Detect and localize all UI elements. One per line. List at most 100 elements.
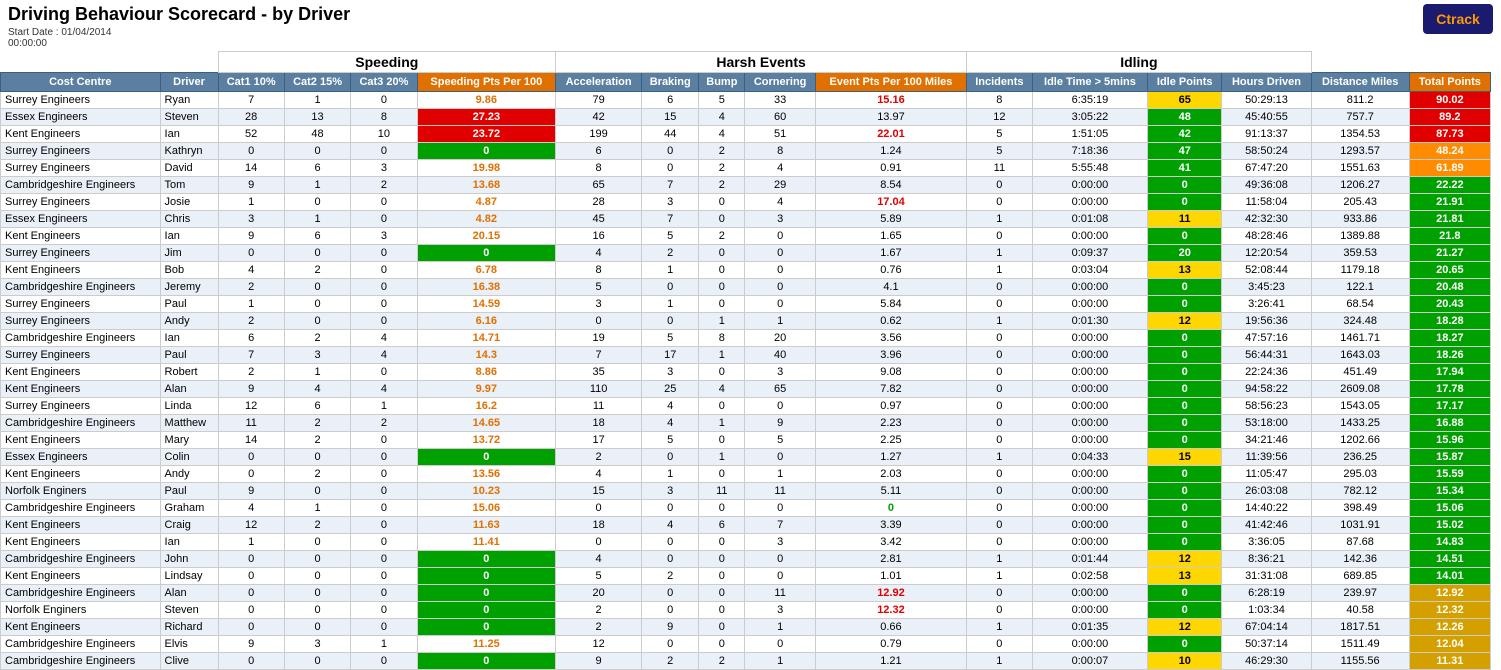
cell-acceleration: 6 [556, 143, 642, 160]
cell-idle-time: 5:55:48 [1032, 160, 1148, 177]
cell-hours-driven: 11:05:47 [1222, 466, 1311, 483]
cell-hours-driven: 46:29:30 [1222, 653, 1311, 670]
cell-cat1: 3 [218, 211, 284, 228]
table-row: Surrey Engineers David 14 6 3 19.98 8 0 … [1, 160, 1501, 177]
cell-event-pts: 12.92 [815, 585, 966, 602]
cell-acceleration: 5 [556, 279, 642, 296]
cell-bump: 6 [699, 517, 745, 534]
cell-event-pts: 2.25 [815, 432, 966, 449]
cell-total-points: 20.65 [1409, 262, 1491, 279]
cell-total-points: 12.04 [1409, 636, 1491, 653]
cell-distance: 1179.18 [1311, 262, 1409, 279]
cell-idle-points: 0 [1148, 500, 1222, 517]
cell-idle-time: 0:01:44 [1032, 551, 1148, 568]
cell-bump: 0 [699, 619, 745, 636]
cell-total-points: 22.22 [1409, 177, 1491, 194]
cell-cost-centre: Kent Engineers [1, 466, 161, 483]
cell-idle-time: 0:01:35 [1032, 619, 1148, 636]
cell-acceleration: 18 [556, 415, 642, 432]
cell-idle-time: 0:09:37 [1032, 245, 1148, 262]
cell-incidents: 0 [967, 466, 1033, 483]
cell-acceleration: 12 [556, 636, 642, 653]
cell-cat2: 1 [284, 211, 350, 228]
cell-acceleration: 0 [556, 500, 642, 517]
cell-driver: Ryan [160, 92, 218, 109]
cell-idle-points: 0 [1148, 602, 1222, 619]
cell-idle-time: 0:04:33 [1032, 449, 1148, 466]
cell-acceleration: 11 [556, 398, 642, 415]
cell-event-pts: 12.32 [815, 602, 966, 619]
cell-idle-time: 0:00:00 [1032, 636, 1148, 653]
cell-driver: Josie [160, 194, 218, 211]
cell-bump: 1 [699, 313, 745, 330]
cell-distance: 782.12 [1311, 483, 1409, 500]
cell-cat1: 0 [218, 143, 284, 160]
cell-bump: 0 [699, 568, 745, 585]
cell-idle-time: 0:01:08 [1032, 211, 1148, 228]
cell-acceleration: 18 [556, 517, 642, 534]
cell-driver: Jeremy [160, 279, 218, 296]
cell-idle-points: 15 [1148, 449, 1222, 466]
cell-bump: 0 [699, 279, 745, 296]
cell-cost-centre: Cambridgeshire Engineers [1, 500, 161, 517]
cell-idle-time: 7:18:36 [1032, 143, 1148, 160]
table-row: Surrey Engineers Paul 1 0 0 14.59 3 1 0 … [1, 296, 1501, 313]
table-row: Kent Engineers Craig 12 2 0 11.63 18 4 6… [1, 517, 1501, 534]
cell-cat3: 0 [351, 194, 417, 211]
cell-bump: 5 [699, 92, 745, 109]
cell-cat3: 8 [351, 109, 417, 126]
cell-bump: 11 [699, 483, 745, 500]
cell-idle-points: 0 [1148, 296, 1222, 313]
cell-idle-points: 0 [1148, 585, 1222, 602]
cell-bump: 1 [699, 415, 745, 432]
cell-hours-driven: 49:36:08 [1222, 177, 1311, 194]
cell-event-pts: 0.76 [815, 262, 966, 279]
cell-distance: 87.68 [1311, 534, 1409, 551]
cell-acceleration: 19 [556, 330, 642, 347]
cell-cornering: 0 [745, 551, 816, 568]
cell-speeding-pts: 23.72 [417, 126, 556, 143]
cell-cost-centre: Cambridgeshire Engineers [1, 551, 161, 568]
cell-driver: Matthew [160, 415, 218, 432]
table-row: Surrey Engineers Jim 0 0 0 0 4 2 0 0 1.6… [1, 245, 1501, 262]
cell-cost-centre: Kent Engineers [1, 381, 161, 398]
cell-cat3: 0 [351, 602, 417, 619]
cell-cat2: 0 [284, 653, 350, 670]
cell-cat2: 48 [284, 126, 350, 143]
cell-cat3: 0 [351, 245, 417, 262]
cell-braking: 44 [642, 126, 699, 143]
table-row: Kent Engineers Andy 0 2 0 13.56 4 1 0 1 … [1, 466, 1501, 483]
cell-speeding-pts: 27.23 [417, 109, 556, 126]
cell-idle-time: 0:00:00 [1032, 228, 1148, 245]
cell-cat2: 0 [284, 568, 350, 585]
cell-incidents: 5 [967, 126, 1033, 143]
cell-idle-time: 0:00:00 [1032, 398, 1148, 415]
cell-cat1: 0 [218, 568, 284, 585]
cell-total-points: 15.87 [1409, 449, 1491, 466]
cell-event-pts: 3.56 [815, 330, 966, 347]
cell-cat2: 0 [284, 143, 350, 160]
cell-cat1: 0 [218, 619, 284, 636]
cell-incidents: 0 [967, 364, 1033, 381]
table-row: Cambridgeshire Engineers Clive 0 0 0 0 9… [1, 653, 1501, 670]
cell-speeding-pts: 0 [417, 653, 556, 670]
cell-speeding-pts: 11.25 [417, 636, 556, 653]
column-header-row: Cost Centre Driver Cat1 10% Cat2 15% Cat… [1, 73, 1501, 92]
cell-driver: Ian [160, 126, 218, 143]
cell-cat3: 0 [351, 653, 417, 670]
cell-cost-centre: Kent Engineers [1, 568, 161, 585]
cell-hours-driven: 52:08:44 [1222, 262, 1311, 279]
cell-cat2: 0 [284, 245, 350, 262]
cell-total-points: 21.91 [1409, 194, 1491, 211]
cell-cost-centre: Cambridgeshire Engineers [1, 177, 161, 194]
cell-cornering: 11 [745, 585, 816, 602]
logo: Ctrack [1423, 4, 1493, 34]
cell-hours-driven: 94:58:22 [1222, 381, 1311, 398]
cell-hours-driven: 58:50:24 [1222, 143, 1311, 160]
cell-event-pts: 0.66 [815, 619, 966, 636]
cell-cat3: 3 [351, 160, 417, 177]
cell-idle-time: 0:02:58 [1032, 568, 1148, 585]
cell-distance: 1206.27 [1311, 177, 1409, 194]
cell-cat3: 0 [351, 262, 417, 279]
cell-event-pts: 2.23 [815, 415, 966, 432]
